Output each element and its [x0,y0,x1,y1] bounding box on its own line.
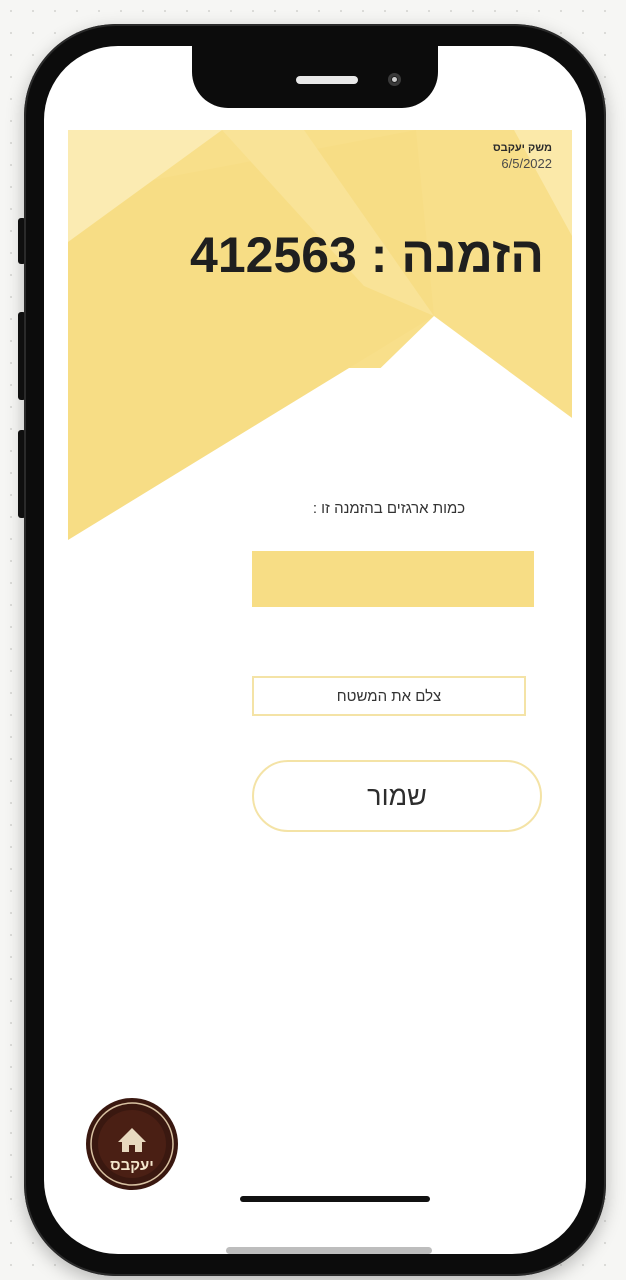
order-title: 412563 : הזמנה [190,227,544,283]
farm-name: משק יעקבס [492,142,552,154]
home-indicator[interactable] [240,1196,430,1202]
quantity-input[interactable] [252,551,534,607]
page-scroll-bar [226,1247,432,1254]
speaker-icon [296,76,358,84]
canvas: משק יעקבס 6/5/2022 412563 : הזמנה כמות א… [0,0,626,1280]
camera-icon [388,73,401,86]
order-date: 6/5/2022 [501,156,552,171]
quantity-label: כמות ארגזים בהזמנה זו : [312,500,466,517]
logo-text: יעקבס [110,1157,154,1174]
photo-pallet-button[interactable]: צלם את המשטח [252,676,526,716]
phone-frame: משק יעקבס 6/5/2022 412563 : הזמנה כמות א… [24,24,606,1276]
header-meta: משק יעקבס 6/5/2022 [493,142,552,171]
phone-notch [192,46,438,108]
phone-screen: משק יעקבס 6/5/2022 412563 : הזמנה כמות א… [44,46,586,1254]
save-button[interactable]: שמור [252,760,542,832]
farm-logo-icon: יעקבס [86,1098,178,1190]
